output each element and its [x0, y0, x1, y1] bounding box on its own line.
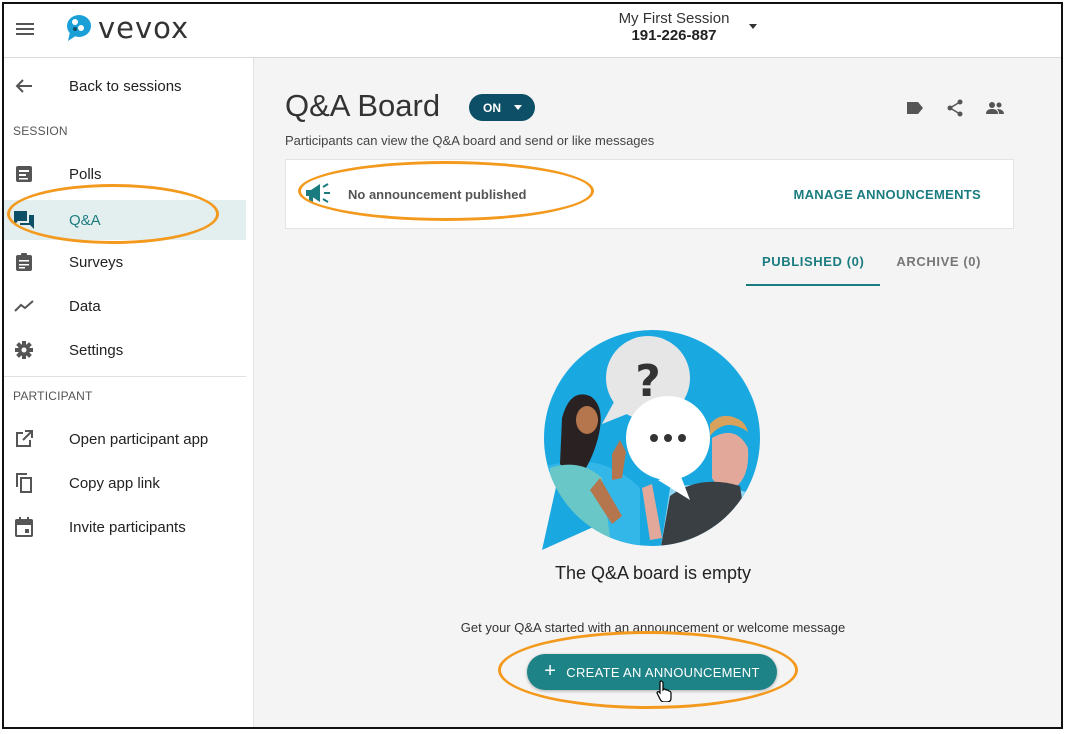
megaphone-icon: [304, 182, 332, 209]
sidebar-item-label: Q&A: [69, 211, 101, 229]
gear-icon: [13, 339, 35, 361]
sidebar-item-label: Data: [69, 297, 101, 315]
calendar-icon: [13, 516, 35, 538]
sidebar-item-label: Open participant app: [69, 430, 209, 448]
arrow-left-icon: [13, 75, 35, 97]
empty-qa-illustration: ?: [542, 330, 760, 550]
session-section-header: SESSION: [13, 124, 68, 138]
sidebar-item-label: Polls: [69, 165, 102, 183]
sidebar-item-surveys[interactable]: Surveys: [4, 242, 246, 282]
sidebar-divider: [4, 376, 246, 377]
page-title: Q&A Board: [285, 88, 441, 123]
top-bar: vevox My First Session 191-226-887: [4, 4, 1061, 58]
poll-icon: [13, 163, 35, 185]
back-label: Back to sessions: [69, 77, 182, 95]
tab-archive[interactable]: ARCHIVE (0): [880, 248, 997, 286]
session-selector[interactable]: My First Session 191-226-887: [604, 10, 744, 44]
sidebar-item-settings[interactable]: Settings: [4, 330, 246, 370]
session-name: My First Session: [618, 10, 730, 27]
sidebar-item-label: Invite participants: [69, 518, 186, 536]
hand-pointer-icon: [656, 680, 672, 702]
tab-published[interactable]: PUBLISHED (0): [746, 248, 881, 286]
page-actions: [903, 96, 1007, 120]
announcement-bar: No announcement published MANAGE ANNOUNC…: [285, 159, 1014, 229]
create-announcement-label: CREATE AN ANNOUNCEMENT: [566, 664, 760, 680]
external-link-icon: [13, 428, 35, 450]
share-icon[interactable]: [943, 96, 967, 120]
sidebar-item-label: Copy app link: [69, 474, 160, 492]
brand-name: vevox: [98, 11, 190, 45]
page-subtitle: Participants can view the Q&A board and …: [285, 133, 655, 148]
create-announcement-button[interactable]: + CREATE AN ANNOUNCEMENT: [527, 654, 777, 690]
people-icon[interactable]: [983, 96, 1007, 120]
sidebar-item-polls[interactable]: Polls: [4, 154, 246, 194]
back-to-sessions[interactable]: Back to sessions: [4, 66, 246, 106]
status-toggle[interactable]: ON: [469, 94, 535, 121]
plus-icon: +: [544, 660, 557, 682]
sidebar-item-label: Settings: [69, 341, 124, 359]
announcement-status: No announcement published: [348, 187, 527, 202]
clipboard-icon: [13, 251, 35, 273]
sidebar-item-qa[interactable]: Q&A: [4, 200, 246, 240]
chevron-down-icon: [514, 105, 522, 110]
sidebar-item-invite[interactable]: Invite participants: [4, 507, 246, 547]
copy-icon: [13, 472, 35, 494]
trend-icon: [13, 295, 35, 317]
app-window: vevox My First Session 191-226-887 Back …: [2, 2, 1063, 729]
participant-section-header: PARTICIPANT: [13, 389, 93, 403]
menu-icon[interactable]: [14, 17, 38, 41]
empty-state-title: The Q&A board is empty: [554, 563, 752, 583]
vevox-logo-icon: [67, 15, 91, 41]
main-content: Q&A Board ON Participants can view the Q…: [255, 58, 1061, 727]
vevox-logo[interactable]: vevox: [66, 11, 190, 45]
sidebar: Back to sessions SESSION Polls Q&A Surve…: [4, 58, 254, 727]
status-toggle-label: ON: [483, 100, 501, 115]
tag-icon[interactable]: [903, 96, 927, 120]
chevron-down-icon[interactable]: [749, 24, 757, 29]
empty-state-subtitle: Get your Q&A started with an announcemen…: [460, 620, 846, 635]
sidebar-item-open-app[interactable]: Open participant app: [4, 419, 246, 459]
session-code: 191-226-887: [631, 27, 717, 44]
manage-announcements-button[interactable]: MANAGE ANNOUNCEMENTS: [793, 187, 981, 202]
sidebar-item-copy-link[interactable]: Copy app link: [4, 463, 246, 503]
chat-icon: [13, 209, 35, 231]
sidebar-item-data[interactable]: Data: [4, 286, 246, 326]
qa-tabs: PUBLISHED (0) ARCHIVE (0): [746, 248, 997, 286]
sidebar-item-label: Surveys: [69, 253, 124, 271]
